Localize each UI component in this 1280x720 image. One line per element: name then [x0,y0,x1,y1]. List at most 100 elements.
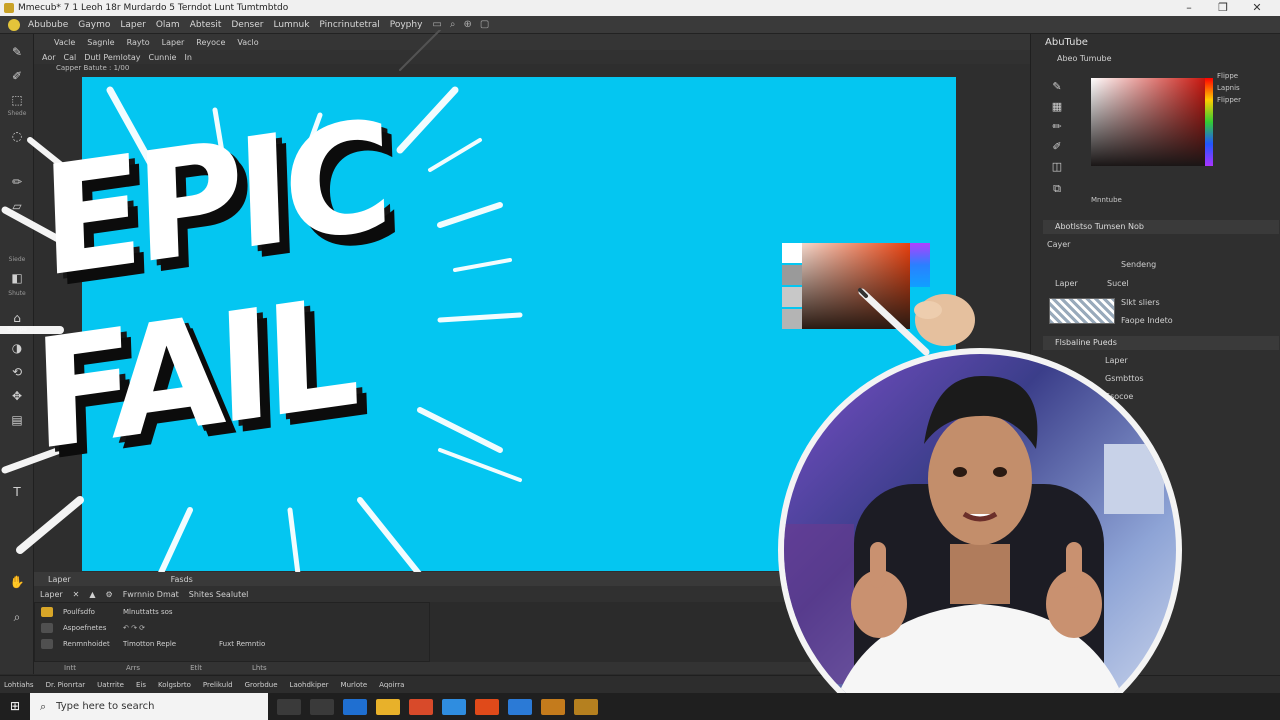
grid-icon[interactable]: ▦ [1049,100,1065,116]
layer-name[interactable]: Slkt sliers [1121,298,1160,307]
panel-title: AbuTube [1045,37,1088,48]
brush-icon[interactable]: ✎ [1049,80,1065,96]
status-item[interactable]: Murlote [341,681,368,689]
menu-item[interactable]: Abtesit [190,20,222,30]
status-item[interactable]: Aqoirra [379,681,404,689]
app-icon-blue[interactable] [508,698,532,715]
office-icon[interactable] [409,698,433,715]
gear-icon[interactable]: ⚙ [106,590,113,599]
side-label[interactable]: Lapnis [1217,84,1240,92]
menu-item[interactable]: Lumnuk [273,20,309,30]
menu-item[interactable]: Gaymo [78,20,110,30]
app-icon-gold[interactable] [574,698,598,715]
status-item[interactable]: Laohdkiper [290,681,329,689]
menu-item[interactable]: Laper [120,20,145,30]
strip-item[interactable]: Intt [64,664,76,672]
layer-extra[interactable]: Sucel [1107,279,1129,288]
undo-icon[interactable]: ↶ ↷ ⟳ [123,624,145,632]
layer-detail: Mlnuttatts sos [123,608,173,616]
status-item[interactable]: Kolgsbrto [158,681,191,689]
panel-row[interactable]: Gsmbttos [1105,374,1144,383]
search-placeholder: Type here to search [56,701,155,712]
store-icon[interactable] [442,698,466,715]
maximize-button[interactable]: ❐ [1206,0,1240,16]
window-icon[interactable]: ▭ [432,19,441,30]
swatch-white[interactable] [782,243,802,263]
status-item[interactable]: Prelikuld [203,681,233,689]
webcam-feed [784,354,1176,720]
app-icon-red[interactable] [475,698,499,715]
menu-item[interactable]: Denser [231,20,263,30]
side-label[interactable]: Flipper [1217,96,1241,104]
minimize-button[interactable]: – [1172,0,1206,16]
thumbnail-title-line-2[interactable]: FAIL [31,265,355,484]
menu-item[interactable]: Abubube [28,20,68,30]
app-logo-icon [8,18,20,31]
layer-extra: Fuxt Remntio [219,640,266,648]
title-bar: Mmecub* 7 1 Leoh 18r Murdardo 5 Terndot … [0,0,1280,16]
close-icon[interactable]: ✕ [73,590,80,599]
windows-start-icon[interactable]: ⊞ [0,693,30,720]
status-item[interactable]: Grorbdue [245,681,278,689]
task-view-icon[interactable] [277,698,301,715]
layer-row[interactable]: Poulfsdfo Mlnuttatts sos [41,605,173,619]
layer-list: Poulfsdfo Mlnuttatts sos Aspoefnetes ↶ ↷… [34,602,430,662]
layer-row[interactable]: Renmnhoidet Timotton Reple Fuxt Remntio [41,637,265,651]
panel-row[interactable]: Laper [1105,356,1128,365]
search-icon[interactable]: ⌕ [450,19,456,30]
panel-subtitle: Abeo Tumube [1057,54,1112,63]
swatch-silver[interactable] [782,309,802,329]
layer-icon [41,607,53,617]
edge-icon[interactable] [343,698,367,715]
layer-name[interactable]: Laper [1055,279,1078,288]
layer-row[interactable]: Aspoefnetes ↶ ↷ ⟳ [41,621,145,635]
layer-icon [41,639,53,649]
layer-tab[interactable]: Fwrnnio Dmat [123,590,179,599]
status-item[interactable]: Uatrrite [97,681,124,689]
panel-section-header[interactable]: Flsbaline Pueds [1043,336,1279,350]
strip-item[interactable]: Lhts [252,664,267,672]
layer-thumbnail[interactable] [1049,298,1115,324]
app-icon-orange[interactable] [541,698,565,715]
side-label[interactable]: Flippe [1217,72,1238,80]
swatch-gray[interactable] [782,265,802,285]
layer-name: Poulfsdfo [63,608,95,616]
status-item[interactable]: Lohtiahs [4,681,34,689]
layer-panel-tab[interactable]: Fasds [171,575,193,584]
layer-name: Aspoefnetes [63,624,107,632]
frame-icon[interactable]: ▢ [480,19,489,30]
taskbar: ⊞ ⌕ Type here to search [0,693,1280,720]
layer-icon [41,623,53,633]
menu-item[interactable]: Olam [156,20,180,30]
status-item[interactable]: Eis [136,681,146,689]
status-item[interactable]: Dr. Pionrtar [46,681,86,689]
shapes-icon[interactable]: ◫ [1049,160,1065,176]
widgets-icon[interactable] [310,698,334,715]
layer-tab[interactable]: Laper [40,590,63,599]
layer-name[interactable]: Faope Indeto [1121,316,1173,325]
panel-section-header[interactable]: Abotlstso Tumsen Nob [1043,220,1279,234]
swatch-lightgray[interactable] [782,287,802,307]
zoom-icon[interactable]: ⊕ [463,19,471,30]
layer-panel-title[interactable]: Laper [48,575,71,584]
hue-slider[interactable] [1205,78,1213,166]
window-title: Mmecub* 7 1 Leoh 18r Murdardo 5 Terndot … [18,3,289,13]
strip-item[interactable]: Etlt [190,664,202,672]
color-spectrum[interactable] [1091,78,1205,166]
close-button[interactable]: ✕ [1240,0,1274,16]
layers-icon[interactable]: ⧉ [1049,182,1065,198]
up-arrow-icon[interactable]: ▲ [89,590,95,599]
layer-group-label[interactable]: Cayer [1047,240,1070,249]
menu-item[interactable]: Pincrinutetral [319,20,379,30]
zoom-tool-icon[interactable]: ⌕ [8,609,26,625]
layer-tab[interactable]: Shites Sealutel [189,590,249,599]
strip-item[interactable]: Arrs [126,664,140,672]
layer-name[interactable]: Sendeng [1121,260,1156,269]
layer-detail: Timotton Reple [123,640,177,648]
menu-item[interactable]: Poyphy [390,20,423,30]
file-explorer-icon[interactable] [376,698,400,715]
taskbar-search[interactable]: ⌕ Type here to search [30,693,268,720]
pen-icon[interactable]: ✐ [1049,140,1065,156]
pencil-icon[interactable]: ✏ [1049,120,1065,136]
app-window: Mmecub* 7 1 Leoh 18r Murdardo 5 Terndot … [0,0,1280,720]
